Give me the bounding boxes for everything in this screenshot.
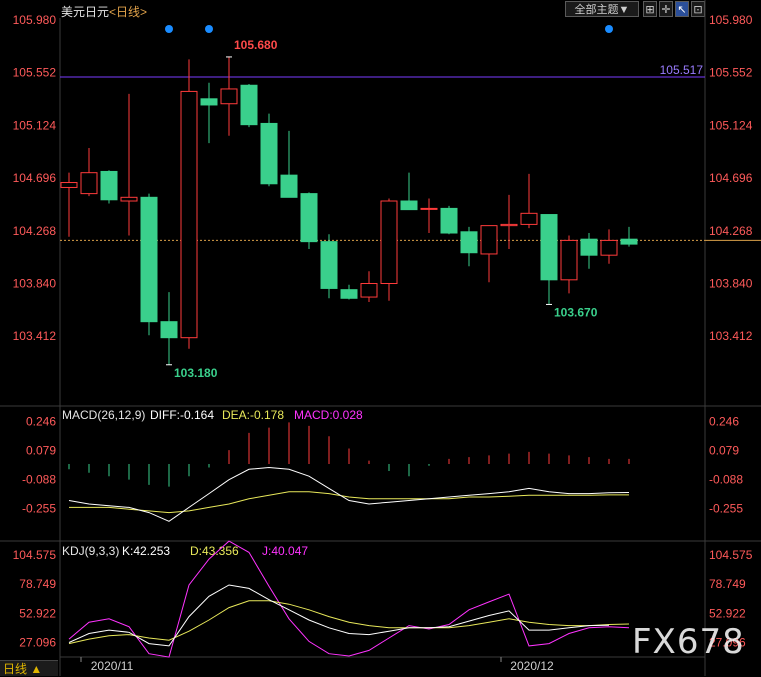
price-tick-left-1: 105.552 (13, 66, 57, 80)
low-annotation-2: 103.670 (554, 305, 598, 319)
candle-body-7 (200, 98, 218, 106)
kdj-tick-left-0: 104.575 (13, 548, 57, 562)
macd-tick-left-0: 0.246 (26, 414, 56, 428)
price-tick-right-5: 103.840 (709, 277, 753, 291)
watermark: FX678 (632, 622, 745, 662)
time-label-1: 2020/12 (510, 659, 554, 673)
price-tick-right-1: 105.552 (709, 66, 753, 80)
dea-line (69, 491, 629, 514)
price-tick-right-2: 105.124 (709, 118, 753, 132)
macd-tick-right-2: -0.088 (709, 472, 743, 486)
macd-title: MACD(26,12,9) (62, 408, 145, 422)
event-dot-0 (165, 25, 173, 33)
kdj-d-label: D:43.356 (190, 544, 239, 558)
diff-line (68, 466, 630, 522)
candle-body-9 (240, 84, 258, 126)
candle-body-24 (540, 214, 558, 281)
event-dot-1 (205, 25, 213, 33)
candle-body-10 (260, 122, 278, 185)
candle-body-21 (480, 225, 498, 255)
macd-dea-label: DEA:-0.178 (222, 408, 284, 422)
candle-body-15 (360, 283, 378, 298)
price-tick-left-0: 105.980 (13, 13, 57, 27)
period-switch-button[interactable]: 日线 ▲ (0, 660, 58, 676)
candle-body-8 (220, 88, 238, 105)
price-tick-left-4: 104.268 (13, 224, 57, 238)
kdj-tick-right-1: 78.749 (709, 577, 746, 591)
kdj-tick-right-2: 52.922 (709, 606, 746, 620)
kdj-j-label: J:40.047 (262, 544, 308, 558)
price-tick-right-6: 103.412 (709, 329, 753, 343)
candle-body-20 (460, 231, 478, 254)
macd-tick-left-3: -0.255 (22, 501, 56, 515)
candle-body-17 (400, 200, 418, 211)
candle-body-22 (500, 223, 518, 227)
macd-tick-right-3: -0.255 (709, 501, 743, 515)
price-tick-right-4: 104.268 (709, 224, 753, 238)
kdj-tick-left-3: 27.096 (19, 635, 56, 649)
horizontal-level-label: 105.517 (660, 63, 704, 77)
d-line (68, 600, 630, 645)
price-tick-left-2: 105.124 (13, 118, 57, 132)
candle-body-5 (160, 321, 178, 339)
candle-body-18 (420, 207, 438, 210)
macd-diff-label: DIFF:-0.164 (150, 408, 214, 422)
candle-body-13 (320, 241, 338, 289)
macd-tick-left-1: 0.079 (26, 443, 56, 457)
k-line (68, 584, 610, 647)
price-tick-left-6: 103.412 (13, 329, 57, 343)
candle-body-6 (180, 90, 198, 339)
candle-body-28 (620, 238, 638, 245)
kdj-tick-right-0: 104.575 (709, 548, 753, 562)
candle-body-3 (120, 196, 138, 202)
kdj-title: KDJ(9,3,3) (62, 544, 119, 558)
price-tick-right-0: 105.980 (709, 13, 753, 27)
candle-body-11 (280, 174, 298, 198)
macd-tick-left-2: -0.088 (22, 472, 56, 486)
candle-body-23 (520, 212, 538, 225)
candle-body-19 (440, 207, 458, 234)
candle-body-4 (140, 196, 158, 323)
price-tick-left-5: 103.840 (13, 277, 57, 291)
macd-tick-right-1: 0.079 (709, 443, 739, 457)
kdj-k-label: K:42.253 (122, 544, 170, 558)
macd-tick-right-0: 0.246 (709, 414, 739, 428)
event-dot-2 (605, 25, 613, 33)
high-annotation: 105.680 (234, 38, 278, 52)
kdj-tick-left-2: 52.922 (19, 606, 56, 620)
kdj-tick-left-1: 78.749 (19, 577, 56, 591)
time-label-0: 2020/11 (91, 659, 134, 673)
candle-body-12 (300, 193, 318, 243)
macd-value-label: MACD:0.028 (294, 408, 363, 422)
candle-body-16 (380, 200, 398, 285)
low-annotation-1: 103.180 (174, 366, 218, 380)
candle-body-0 (60, 182, 78, 188)
chart-canvas[interactable]: 105.980 105.980 105.552 105.552 105.124 105.1… (0, 0, 761, 676)
price-tick-left-3: 104.696 (13, 171, 57, 185)
candle-body-27 (600, 239, 618, 256)
j-line (68, 540, 630, 658)
candle-body-25 (560, 239, 578, 281)
candle-body-1 (80, 172, 98, 195)
price-tick-right-3: 104.696 (709, 171, 753, 185)
candle-body-2 (100, 170, 118, 201)
candle-body-14 (340, 289, 358, 299)
candle-body-26 (580, 238, 598, 256)
